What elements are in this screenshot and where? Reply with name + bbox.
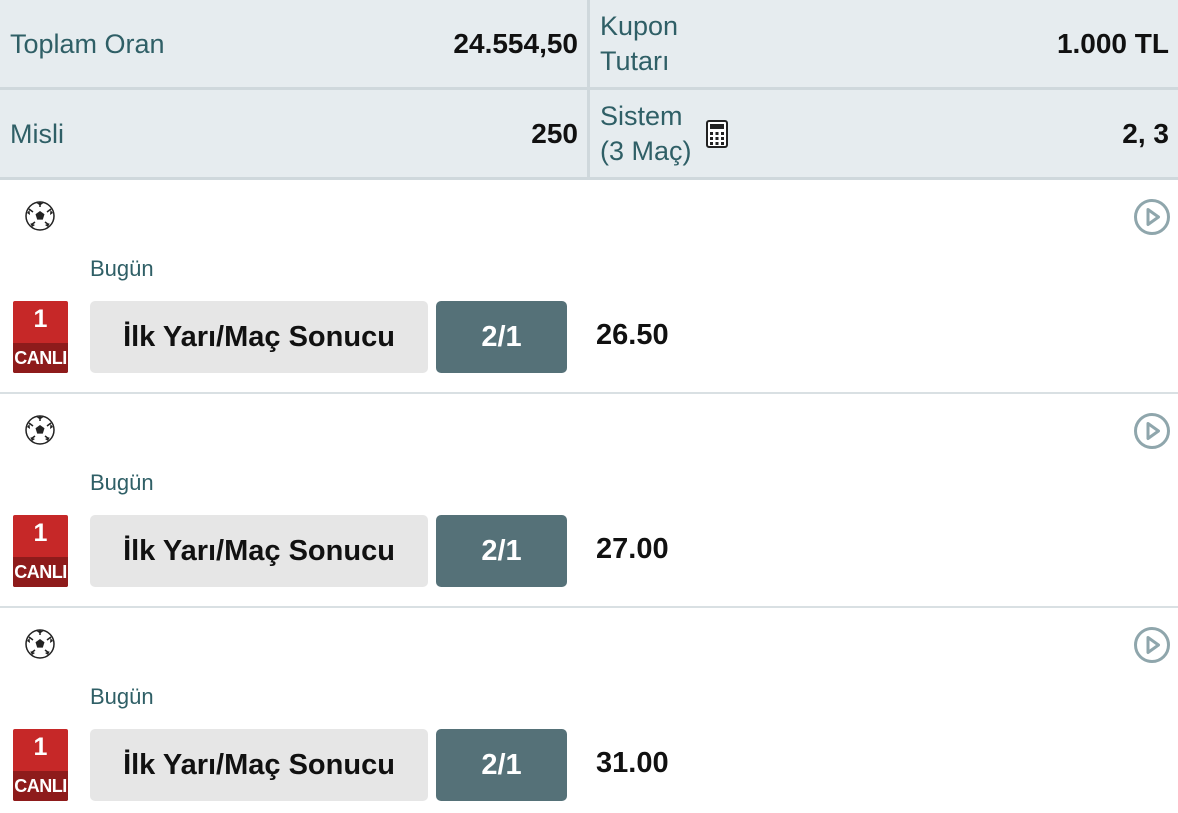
live-badge-number: 1 bbox=[33, 733, 48, 761]
live-badge-label: CANLI bbox=[13, 771, 68, 801]
coupon-amount-label-line1: Kupon bbox=[600, 11, 679, 41]
odds-value: 26.50 bbox=[596, 319, 669, 351]
coupon-amount-label-line2: Tutarı bbox=[600, 46, 670, 76]
soccer-ball-icon bbox=[24, 628, 56, 660]
system-cell[interactable]: Sistem (3 Maç) 2, 3 bbox=[590, 90, 1178, 178]
coupon-summary: Toplam Oran 24.554,50 Kupon Tutarı 1.000… bbox=[0, 0, 1178, 180]
multiplier-label: Misli bbox=[10, 118, 64, 149]
coupon-amount-label: Kupon Tutarı bbox=[600, 9, 678, 79]
multiplier-value[interactable]: 250 bbox=[531, 118, 578, 150]
coupon-amount-value[interactable]: 1.000 TL bbox=[1057, 28, 1169, 60]
live-badge: 1 CANLI bbox=[13, 729, 68, 801]
multiplier-cell[interactable]: Misli 250 bbox=[0, 90, 588, 178]
match-date: Bugün bbox=[90, 256, 154, 281]
market-name[interactable]: İlk Yarı/Maç Sonucu bbox=[90, 301, 428, 373]
play-circle-icon[interactable] bbox=[1133, 626, 1171, 664]
match-date: Bugün bbox=[90, 470, 154, 495]
live-badge-label: CANLI bbox=[13, 343, 68, 373]
soccer-ball-icon bbox=[24, 414, 56, 446]
pick-button[interactable]: 2/1 bbox=[436, 515, 567, 587]
play-circle-icon[interactable] bbox=[1133, 198, 1171, 236]
pick-button[interactable]: 2/1 bbox=[436, 301, 567, 373]
total-odds-value: 24.554,50 bbox=[453, 28, 578, 59]
total-odds-cell: Toplam Oran 24.554,50 bbox=[0, 0, 588, 88]
market-name[interactable]: İlk Yarı/Maç Sonucu bbox=[90, 515, 428, 587]
coupon-amount-cell[interactable]: Kupon Tutarı 1.000 TL bbox=[590, 0, 1178, 88]
system-label: Sistem (3 Maç) bbox=[600, 99, 692, 169]
calculator-icon[interactable] bbox=[705, 120, 728, 148]
summary-divider-horizontal bbox=[0, 87, 1178, 90]
live-badge-number: 1 bbox=[33, 519, 48, 547]
system-value[interactable]: 2, 3 bbox=[1122, 118, 1169, 150]
live-badge-label: CANLI bbox=[13, 557, 68, 587]
system-label-line1: Sistem bbox=[600, 101, 683, 131]
odds-value: 27.00 bbox=[596, 533, 669, 565]
match-date: Bugün bbox=[90, 684, 154, 709]
total-odds-label: Toplam Oran bbox=[10, 28, 165, 59]
live-badge: 1 CANLI bbox=[13, 301, 68, 373]
odds-value: 31.00 bbox=[596, 747, 669, 779]
system-label-group: Sistem (3 Maç) bbox=[600, 99, 728, 169]
match-row: Bugün 1 CANLI İlk Yarı/Maç Sonucu 2/1 31… bbox=[0, 608, 1178, 813]
match-row: Bugün 1 CANLI İlk Yarı/Maç Sonucu 2/1 26… bbox=[0, 180, 1178, 394]
live-badge: 1 CANLI bbox=[13, 515, 68, 587]
system-label-line2: (3 Maç) bbox=[600, 136, 692, 166]
pick-button[interactable]: 2/1 bbox=[436, 729, 567, 801]
soccer-ball-icon bbox=[24, 200, 56, 232]
match-row: Bugün 1 CANLI İlk Yarı/Maç Sonucu 2/1 27… bbox=[0, 394, 1178, 608]
live-badge-number: 1 bbox=[33, 305, 48, 333]
play-circle-icon[interactable] bbox=[1133, 412, 1171, 450]
market-name[interactable]: İlk Yarı/Maç Sonucu bbox=[90, 729, 428, 801]
